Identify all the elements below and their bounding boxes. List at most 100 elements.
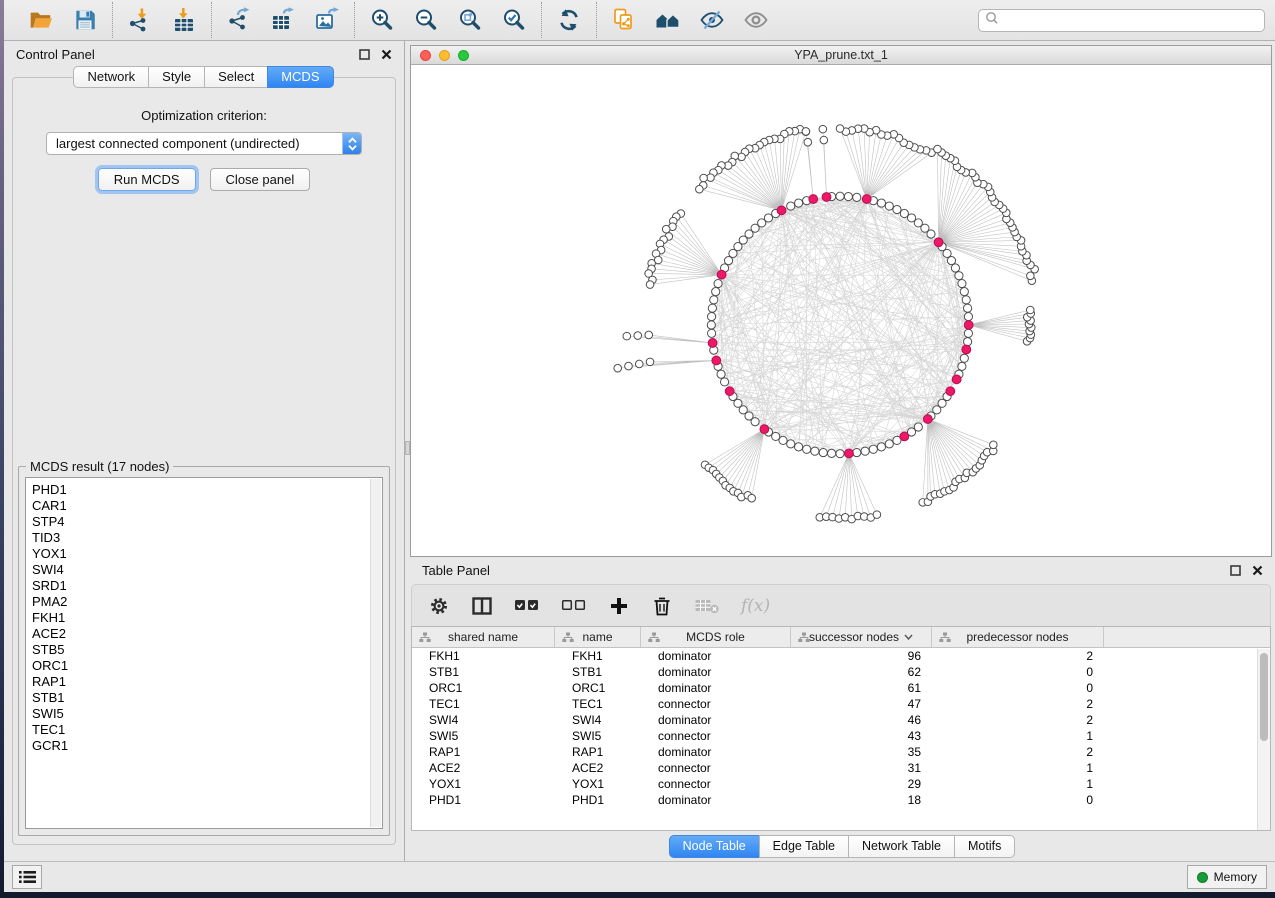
table-row[interactable]: ACE2ACE2connector311 xyxy=(412,760,1270,776)
search-box[interactable] xyxy=(978,9,1265,32)
delete-column-icon[interactable] xyxy=(651,595,673,617)
table-row[interactable]: TEC1TEC1connector472 xyxy=(412,696,1270,712)
tab-motifs[interactable]: Motifs xyxy=(954,835,1015,858)
mcds-result-item[interactable]: SWI5 xyxy=(32,706,382,722)
hide-graphics-icon[interactable] xyxy=(698,6,726,34)
float-table-panel-icon[interactable] xyxy=(1227,563,1243,579)
table-cell: 43 xyxy=(791,728,932,744)
table-panel-titlebar: Table Panel xyxy=(410,557,1275,582)
network-canvas[interactable] xyxy=(411,65,1271,556)
memory-label: Memory xyxy=(1214,870,1257,884)
network-canvas-container xyxy=(411,65,1271,556)
zoom-out-icon[interactable] xyxy=(412,6,440,34)
import-network-icon[interactable] xyxy=(126,6,154,34)
memory-button[interactable]: Memory xyxy=(1187,865,1267,889)
mcds-result-item[interactable]: ORC1 xyxy=(32,658,382,674)
optimization-select[interactable]: largest connected component (undirected) xyxy=(46,132,362,155)
table-scrollbar-thumb[interactable] xyxy=(1260,653,1268,741)
export-table-icon[interactable] xyxy=(269,6,297,34)
zoom-selected-icon[interactable] xyxy=(500,6,528,34)
close-table-panel-icon[interactable] xyxy=(1249,563,1265,579)
panel-splitter[interactable] xyxy=(404,41,410,861)
mcds-result-item[interactable]: STB5 xyxy=(32,642,382,658)
tab-style[interactable]: Style xyxy=(148,66,205,88)
mcds-result-item[interactable]: RAP1 xyxy=(32,674,382,690)
tab-network-table[interactable]: Network Table xyxy=(848,835,955,858)
network-window-titlebar[interactable]: YPA_prune.txt_1 xyxy=(411,46,1271,65)
task-history-button[interactable] xyxy=(12,865,42,889)
table-cell: SWI5 xyxy=(555,728,641,744)
table-row[interactable]: RAP1RAP1dominator352 xyxy=(412,744,1270,760)
mcds-result-item[interactable]: SRD1 xyxy=(32,578,382,594)
add-column-icon[interactable] xyxy=(608,595,630,617)
column-header-shared-name[interactable]: shared name xyxy=(412,627,555,647)
search-input[interactable] xyxy=(1003,13,1258,27)
list-scrollbar[interactable] xyxy=(370,479,381,827)
mcds-result-item[interactable]: PMA2 xyxy=(32,594,382,610)
optimization-select-value: largest connected component (undirected) xyxy=(47,136,342,151)
table-cell: 31 xyxy=(791,760,932,776)
mcds-result-item[interactable]: GCR1 xyxy=(32,738,382,754)
table-row[interactable]: STB1STB1dominator620 xyxy=(412,664,1270,680)
export-network-icon[interactable] xyxy=(225,6,253,34)
mcds-result-item[interactable]: FKH1 xyxy=(32,610,382,626)
table-settings-icon[interactable] xyxy=(428,595,450,617)
tab-network[interactable]: Network xyxy=(73,66,149,88)
float-panel-icon[interactable] xyxy=(356,47,372,63)
table-row[interactable]: PHD1PHD1dominator180 xyxy=(412,792,1270,808)
new-network-selection-icon[interactable] xyxy=(610,6,638,34)
column-header-name[interactable]: name xyxy=(555,627,641,647)
memory-status-icon xyxy=(1197,872,1208,883)
column-header-MCDS-role[interactable]: MCDS role xyxy=(641,627,791,647)
optimization-label: Optimization criterion: xyxy=(141,108,267,123)
mcds-result-item[interactable]: TEC1 xyxy=(32,722,382,738)
run-mcds-button[interactable]: Run MCDS xyxy=(98,168,196,191)
mcds-result-item[interactable]: STP4 xyxy=(32,514,382,530)
table-cell: FKH1 xyxy=(412,648,555,664)
tab-mcds[interactable]: MCDS xyxy=(267,66,333,88)
zoom-fit-icon[interactable] xyxy=(456,6,484,34)
minimize-window-icon[interactable] xyxy=(439,50,450,61)
mcds-result-item[interactable]: ACE2 xyxy=(32,626,382,642)
deselect-all-icon[interactable] xyxy=(561,597,587,615)
select-all-icon[interactable] xyxy=(514,597,540,615)
mcds-result-item[interactable]: PHD1 xyxy=(32,482,382,498)
table-cell: 1 xyxy=(932,728,1104,744)
maximize-window-icon[interactable] xyxy=(458,50,469,61)
split-panel-icon[interactable] xyxy=(471,595,493,617)
table-cell: 0 xyxy=(932,664,1104,680)
table-panel: Table Panel f(x) shared namenameMCDS rol… xyxy=(410,557,1275,861)
show-graphics-icon[interactable] xyxy=(742,6,770,34)
close-panel-button[interactable]: Close panel xyxy=(210,168,311,191)
table-row[interactable]: SWI5SWI5connector431 xyxy=(412,728,1270,744)
open-file-icon[interactable] xyxy=(27,6,55,34)
import-table-icon[interactable] xyxy=(170,6,198,34)
network-overview-icon[interactable] xyxy=(654,6,682,34)
export-image-icon[interactable] xyxy=(313,6,341,34)
refresh-icon[interactable] xyxy=(555,6,583,34)
tab-node-table[interactable]: Node Table xyxy=(669,835,760,858)
column-header-successor-nodes[interactable]: successor nodes xyxy=(791,627,932,647)
mcds-result-item[interactable]: SWI4 xyxy=(32,562,382,578)
table-row[interactable]: ORC1ORC1dominator610 xyxy=(412,680,1270,696)
mcds-result-item[interactable]: CAR1 xyxy=(32,498,382,514)
tab-edge-table[interactable]: Edge Table xyxy=(759,835,849,858)
mcds-result-item[interactable]: TID3 xyxy=(32,530,382,546)
table-cell: RAP1 xyxy=(412,744,555,760)
table-row[interactable]: FKH1FKH1dominator962 xyxy=(412,648,1270,664)
column-header-predecessor-nodes[interactable]: predecessor nodes xyxy=(932,627,1104,647)
mcds-result-list[interactable]: PHD1CAR1STP4TID3YOX1SWI4SRD1PMA2FKH1ACE2… xyxy=(25,477,383,829)
mcds-result-item[interactable]: YOX1 xyxy=(32,546,382,562)
close-window-icon[interactable] xyxy=(420,50,431,61)
mcds-result-groupbox: MCDS result (17 nodes) PHD1CAR1STP4TID3Y… xyxy=(18,466,390,836)
table-row[interactable]: SWI4SWI4dominator462 xyxy=(412,712,1270,728)
zoom-in-icon[interactable] xyxy=(368,6,396,34)
tab-select[interactable]: Select xyxy=(204,66,268,88)
table-scrollbar[interactable] xyxy=(1257,649,1270,830)
table-cell: SWI4 xyxy=(555,712,641,728)
mcds-result-item[interactable]: STB1 xyxy=(32,690,382,706)
splitter-grip[interactable] xyxy=(405,441,410,455)
close-panel-icon[interactable] xyxy=(378,47,394,63)
table-row[interactable]: YOX1YOX1connector291 xyxy=(412,776,1270,792)
save-session-icon[interactable] xyxy=(71,6,99,34)
